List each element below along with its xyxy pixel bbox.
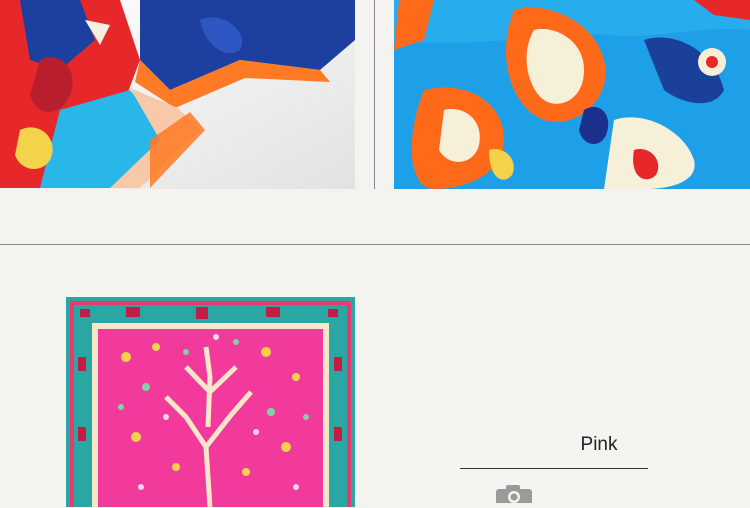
scarf-closeup-image[interactable]	[0, 0, 355, 189]
scarf-pattern-image[interactable]	[394, 0, 750, 189]
column-divider	[374, 0, 375, 189]
variant-underline	[460, 468, 648, 469]
camera-icon[interactable]	[490, 483, 538, 505]
variant-label: Pink	[580, 434, 618, 455]
top-image-row	[0, 0, 750, 190]
section-divider	[0, 244, 750, 245]
pink-scarf-image[interactable]	[66, 297, 355, 507]
